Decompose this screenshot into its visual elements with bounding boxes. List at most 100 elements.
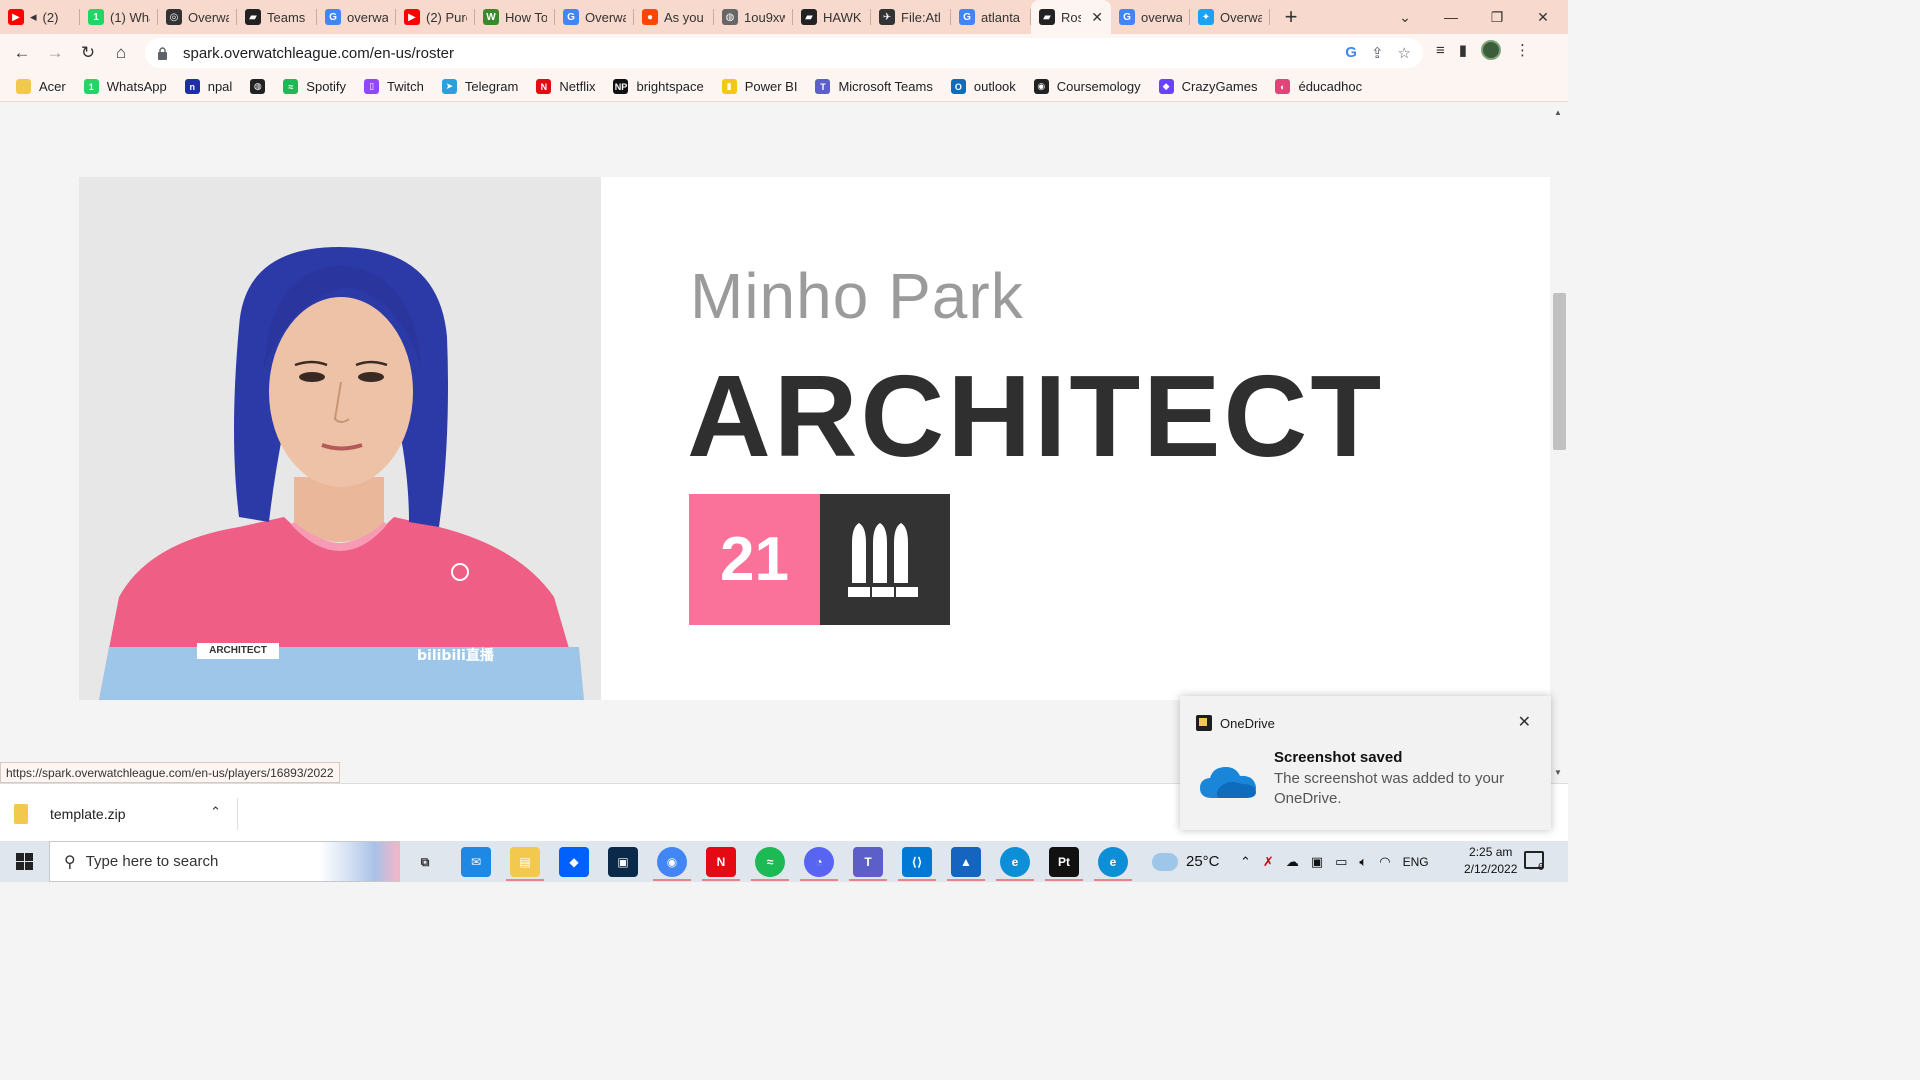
crazygames-icon: ◆ [1158, 79, 1174, 94]
restore-icon[interactable]: ❐ [1474, 0, 1520, 34]
netflix-icon[interactable]: N [706, 847, 736, 877]
bookmark-8[interactable]: NP brightspace [613, 79, 704, 94]
teams-icon[interactable]: T [853, 847, 883, 877]
bookmark-13[interactable]: ◆ CrazyGames [1158, 79, 1257, 94]
back-icon[interactable]: ← [6, 37, 38, 69]
tab-3[interactable]: ▰ Teams [237, 0, 317, 34]
bookmark-10[interactable]: T Microsoft Teams [815, 79, 933, 94]
avatar[interactable] [1481, 40, 1502, 60]
onedrive-notification[interactable]: OneDrive ✕ Screenshot saved The screensh… [1180, 696, 1551, 830]
weather-widget[interactable]: 25°C [1152, 841, 1220, 882]
lock-icon[interactable] [157, 46, 169, 60]
vscode-icon[interactable]: ⟨⟩ [902, 847, 932, 877]
onedrive-icon[interactable]: ☁ [1286, 854, 1299, 870]
tab-7[interactable]: G Overwa [555, 0, 634, 34]
security-icon[interactable]: ✗ [1263, 854, 1274, 870]
mail-icon[interactable]: ✉ [461, 847, 491, 877]
tab-11[interactable]: ✈ File:Atl [871, 0, 951, 34]
jersey-sponsor-label: bilibili直播 [417, 648, 494, 664]
tab-13[interactable]: ▰ Ros ✕ [1031, 0, 1111, 34]
scroll-down-icon[interactable]: ▼ [1554, 768, 1562, 777]
chrome-icon[interactable]: ◉ [657, 847, 687, 877]
bookmark-5[interactable]: ▯ Twitch [364, 79, 424, 94]
bookmark-11[interactable]: Ooutlook [950, 79, 1016, 94]
tab-title: (2) [42, 9, 59, 25]
dropbox-icon[interactable]: ◆ [559, 847, 589, 877]
wifi-icon[interactable]: ◠ [1379, 854, 1390, 870]
tab-search-icon[interactable]: ⌄ [1382, 0, 1428, 34]
spotify-icon[interactable]: ≈ [755, 847, 785, 877]
chevron-up-icon[interactable]: ⌃ [210, 804, 221, 820]
bookmark-9[interactable]: ▮ Power BI [721, 79, 798, 94]
new-tab-icon[interactable]: + [1276, 2, 1306, 32]
photos-icon[interactable]: ▲ [951, 847, 981, 877]
tab-12[interactable]: Gatlanta [951, 0, 1031, 34]
tab-title: As you [664, 9, 704, 25]
close-tab-icon[interactable]: ✕ [1091, 9, 1103, 26]
tab-6[interactable]: W How To [475, 0, 555, 34]
reload-icon[interactable]: ↻ [72, 37, 104, 69]
whatsapp-icon: 1 [88, 9, 104, 25]
running-indicator [702, 879, 740, 881]
bookmark-label: Power BI [744, 79, 798, 94]
whatsapp-icon: 1 [83, 79, 99, 94]
bookmark-star-icon[interactable]: ☆ [1398, 44, 1411, 62]
meet-icon[interactable]: ▣ [1311, 854, 1323, 870]
tab-15[interactable]: ✦ Overwa [1190, 0, 1270, 34]
player-photo: ARCHITECT bilibili直播 [79, 177, 601, 700]
taskbar-search[interactable]: ⚲ Type here to search [49, 841, 400, 882]
close-icon[interactable]: ✕ [1518, 712, 1531, 732]
status-url: https://spark.overwatchleague.com/en-us/… [0, 762, 340, 783]
tab-5[interactable]: ▶ (2) Pure [396, 0, 475, 34]
tab-8[interactable]: ● As you [634, 0, 714, 34]
task-view-icon[interactable]: ⧉ [410, 847, 440, 877]
language-label[interactable]: ENG [1403, 855, 1429, 869]
bookmark-12[interactable]: ◉ Coursemology [1033, 79, 1141, 94]
app-dark-icon[interactable]: ▣ [608, 847, 638, 877]
edge-icon[interactable]: e [1000, 847, 1030, 877]
muted-audio-icon[interactable]: ◂ [30, 9, 37, 25]
tab-2[interactable]: ◎ Overwa [158, 0, 237, 34]
bookmark-6[interactable]: ➤ Telegram [441, 79, 518, 94]
tab-14[interactable]: Goverwa [1111, 0, 1190, 34]
home-icon[interactable]: ⌂ [105, 37, 137, 69]
side-panel-icon[interactable]: ▮ [1459, 41, 1467, 59]
clock[interactable]: 2:25 am 2/12/2022 [1464, 844, 1517, 878]
bookmark-3[interactable]: ◍ [250, 79, 266, 94]
download-item[interactable]: template.zip ⌃ [14, 798, 238, 830]
tab-9[interactable]: ◍ 1ou9xw [714, 0, 793, 34]
share-icon[interactable]: ⇪ [1371, 44, 1384, 62]
file-explorer-icon[interactable]: ▤ [510, 847, 540, 877]
team-logo-icon [451, 563, 469, 581]
google-lens-icon[interactable]: G [1345, 44, 1357, 62]
battery-icon[interactable]: ▭ [1335, 854, 1347, 870]
windows-start-icon[interactable] [0, 841, 48, 882]
edge-dev-icon[interactable]: e [1098, 847, 1128, 877]
address-bar[interactable]: spark.overwatchleague.com/en-us/roster G… [145, 38, 1423, 68]
tab-title: Ros [1061, 9, 1082, 25]
chevron-up-icon[interactable]: ⌃ [1240, 854, 1251, 870]
forward-icon[interactable]: → [39, 37, 71, 69]
volume-icon[interactable]: 🔈︎ [1359, 854, 1367, 870]
bookmark-1[interactable]: 1 WhatsApp [83, 79, 167, 94]
tab-1[interactable]: 1 (1) Wha [80, 0, 158, 34]
bookmark-0[interactable]: Acer [16, 79, 66, 94]
pycharm-icon[interactable]: Pt [1049, 847, 1079, 877]
close-window-icon[interactable]: ✕ [1520, 0, 1566, 34]
media-controls-icon[interactable]: ≡ [1436, 42, 1445, 59]
tab-4[interactable]: Goverwa [317, 0, 396, 34]
player-card[interactable]: ARCHITECT bilibili直播 Minho Park ARCHITEC… [79, 177, 1550, 700]
minimize-icon[interactable]: — [1428, 0, 1474, 34]
url-text[interactable]: spark.overwatchleague.com/en-us/roster [183, 45, 454, 62]
menu-icon[interactable]: ⋮ [1515, 41, 1530, 59]
bookmark-14[interactable]: ◐ éducadhoc [1275, 79, 1362, 94]
scrollbar-thumb[interactable] [1553, 293, 1566, 450]
bookmark-7[interactable]: N Netflix [536, 79, 595, 94]
bookmark-4[interactable]: ≈ Spotify [283, 79, 346, 94]
running-indicator [506, 879, 544, 881]
scroll-up-icon[interactable]: ▲ [1554, 108, 1562, 117]
tab-10[interactable]: ▰ HAWK [793, 0, 871, 34]
bookmark-2[interactable]: n npal [184, 79, 232, 94]
discord-icon[interactable]: ◔ [804, 847, 834, 877]
tab-0[interactable]: ▶ ◂ (2) [0, 0, 80, 34]
